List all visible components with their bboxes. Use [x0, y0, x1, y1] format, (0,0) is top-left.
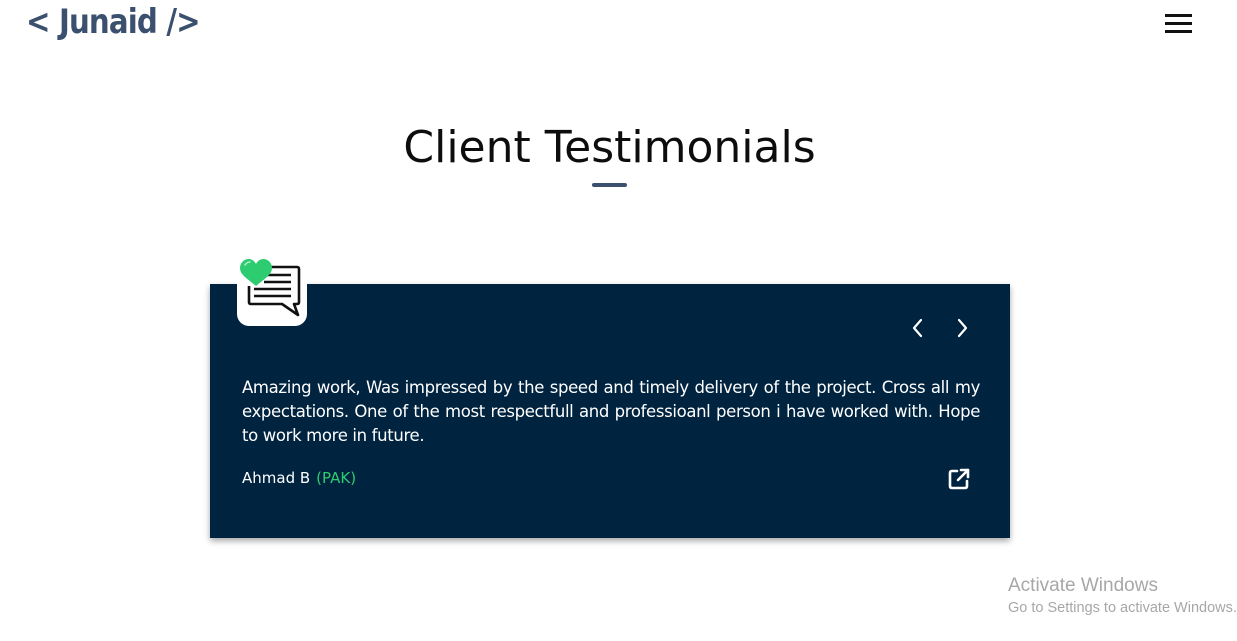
page: < Junaid /> Client Testimonials Amazing …	[0, 0, 1237, 641]
external-link-icon	[948, 468, 970, 490]
client-info: Ahmad B (PAK)	[242, 469, 356, 487]
chevron-right-icon	[957, 318, 968, 338]
testimonial-badge	[237, 258, 307, 326]
hamburger-line	[1165, 22, 1192, 25]
next-testimonial-button[interactable]	[950, 314, 974, 342]
chevron-left-icon	[912, 318, 923, 338]
watermark-subtitle: Go to Settings to activate Windows.	[1008, 600, 1237, 616]
hamburger-line	[1165, 14, 1192, 17]
external-link-button[interactable]	[947, 467, 971, 491]
section-title: Client Testimonials	[403, 122, 816, 173]
testimonial-quote: Amazing work, Was impressed by the speed…	[242, 378, 980, 445]
watermark-title: Activate Windows	[1008, 575, 1158, 596]
client-country: (PAK)	[316, 469, 357, 487]
heart-chat-icon	[240, 259, 301, 317]
title-underline	[592, 183, 627, 187]
client-name: Ahmad B	[242, 469, 311, 487]
prev-testimonial-button[interactable]	[906, 314, 930, 342]
activate-windows-watermark: Activate Windows Go to Settings to activ…	[1008, 574, 1237, 618]
hamburger-line	[1165, 30, 1192, 33]
hamburger-menu-icon[interactable]	[1165, 14, 1192, 34]
site-logo[interactable]: < Junaid />	[26, 2, 201, 42]
